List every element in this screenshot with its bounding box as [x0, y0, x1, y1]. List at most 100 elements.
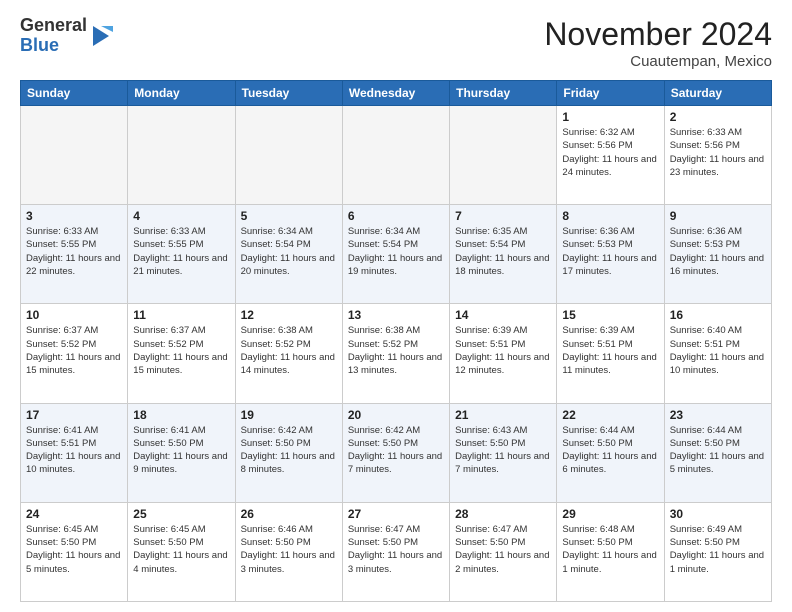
- day-info: Sunrise: 6:45 AM Sunset: 5:50 PM Dayligh…: [26, 523, 122, 576]
- day-number: 13: [348, 308, 444, 322]
- week-row-4: 17 Sunrise: 6:41 AM Sunset: 5:51 PM Dayli…: [21, 403, 772, 502]
- day-cell: [235, 106, 342, 205]
- title-block: November 2024 Cuautempan, Mexico: [544, 16, 772, 70]
- day-info: Sunrise: 6:36 AM Sunset: 5:53 PM Dayligh…: [562, 225, 658, 278]
- day-number: 10: [26, 308, 122, 322]
- day-info: Sunrise: 6:34 AM Sunset: 5:54 PM Dayligh…: [348, 225, 444, 278]
- header: General Blue November 2024 Cuautempan, M…: [20, 16, 772, 70]
- day-cell: 26 Sunrise: 6:46 AM Sunset: 5:50 PM Dayli…: [235, 502, 342, 601]
- day-number: 17: [26, 408, 122, 422]
- calendar-table: SundayMondayTuesdayWednesdayThursdayFrid…: [20, 80, 772, 602]
- day-info: Sunrise: 6:44 AM Sunset: 5:50 PM Dayligh…: [670, 424, 766, 477]
- day-cell: 3 Sunrise: 6:33 AM Sunset: 5:55 PM Daylig…: [21, 205, 128, 304]
- day-number: 29: [562, 507, 658, 521]
- day-cell: [128, 106, 235, 205]
- day-info: Sunrise: 6:41 AM Sunset: 5:50 PM Dayligh…: [133, 424, 229, 477]
- day-number: 7: [455, 209, 551, 223]
- day-cell: 28 Sunrise: 6:47 AM Sunset: 5:50 PM Dayli…: [450, 502, 557, 601]
- day-cell: 21Sunrise: 6:43 AM Sunset: 5:50 PM Dayli…: [450, 403, 557, 502]
- week-row-5: 24 Sunrise: 6:45 AM Sunset: 5:50 PM Dayli…: [21, 502, 772, 601]
- day-number: 24: [26, 507, 122, 521]
- week-row-3: 10 Sunrise: 6:37 AM Sunset: 5:52 PM Dayli…: [21, 304, 772, 403]
- day-number: 1: [562, 110, 658, 124]
- day-info: Sunrise: 6:42 AM Sunset: 5:50 PM Dayligh…: [241, 424, 337, 477]
- day-cell: 6 Sunrise: 6:34 AM Sunset: 5:54 PM Daylig…: [342, 205, 449, 304]
- day-cell: 11 Sunrise: 6:37 AM Sunset: 5:52 PM Dayli…: [128, 304, 235, 403]
- day-info: Sunrise: 6:33 AM Sunset: 5:55 PM Dayligh…: [133, 225, 229, 278]
- weekday-header-saturday: Saturday: [664, 81, 771, 106]
- day-info: Sunrise: 6:48 AM Sunset: 5:50 PM Dayligh…: [562, 523, 658, 576]
- page: General Blue November 2024 Cuautempan, M…: [0, 0, 792, 612]
- day-number: 28: [455, 507, 551, 521]
- logo-blue: Blue: [20, 36, 87, 56]
- weekday-header-sunday: Sunday: [21, 81, 128, 106]
- day-info: Sunrise: 6:39 AM Sunset: 5:51 PM Dayligh…: [562, 324, 658, 377]
- day-cell: 25 Sunrise: 6:45 AM Sunset: 5:50 PM Dayli…: [128, 502, 235, 601]
- day-number: 9: [670, 209, 766, 223]
- day-number: 4: [133, 209, 229, 223]
- day-cell: 22Sunrise: 6:44 AM Sunset: 5:50 PM Dayli…: [557, 403, 664, 502]
- day-cell: 9 Sunrise: 6:36 AM Sunset: 5:53 PM Daylig…: [664, 205, 771, 304]
- day-info: Sunrise: 6:38 AM Sunset: 5:52 PM Dayligh…: [241, 324, 337, 377]
- day-cell: 7Sunrise: 6:35 AM Sunset: 5:54 PM Daylig…: [450, 205, 557, 304]
- day-info: Sunrise: 6:33 AM Sunset: 5:56 PM Dayligh…: [670, 126, 766, 179]
- day-number: 8: [562, 209, 658, 223]
- day-info: Sunrise: 6:45 AM Sunset: 5:50 PM Dayligh…: [133, 523, 229, 576]
- logo-icon: [89, 22, 113, 50]
- logo-general: General: [20, 16, 87, 36]
- day-info: Sunrise: 6:37 AM Sunset: 5:52 PM Dayligh…: [133, 324, 229, 377]
- day-info: Sunrise: 6:44 AM Sunset: 5:50 PM Dayligh…: [562, 424, 658, 477]
- weekday-header-monday: Monday: [128, 81, 235, 106]
- day-cell: [450, 106, 557, 205]
- day-number: 20: [348, 408, 444, 422]
- day-info: Sunrise: 6:37 AM Sunset: 5:52 PM Dayligh…: [26, 324, 122, 377]
- day-cell: 2Sunrise: 6:33 AM Sunset: 5:56 PM Daylig…: [664, 106, 771, 205]
- day-cell: [21, 106, 128, 205]
- day-number: 26: [241, 507, 337, 521]
- day-cell: 27 Sunrise: 6:47 AM Sunset: 5:50 PM Dayli…: [342, 502, 449, 601]
- day-cell: 20Sunrise: 6:42 AM Sunset: 5:50 PM Dayli…: [342, 403, 449, 502]
- day-number: 23: [670, 408, 766, 422]
- week-row-1: 1 Sunrise: 6:32 AM Sunset: 5:56 PM Daylig…: [21, 106, 772, 205]
- day-number: 27: [348, 507, 444, 521]
- logo-text: General Blue: [20, 16, 87, 56]
- weekday-header-tuesday: Tuesday: [235, 81, 342, 106]
- day-number: 16: [670, 308, 766, 322]
- day-cell: 17 Sunrise: 6:41 AM Sunset: 5:51 PM Dayli…: [21, 403, 128, 502]
- day-cell: 23 Sunrise: 6:44 AM Sunset: 5:50 PM Dayli…: [664, 403, 771, 502]
- day-cell: 19 Sunrise: 6:42 AM Sunset: 5:50 PM Dayli…: [235, 403, 342, 502]
- day-number: 6: [348, 209, 444, 223]
- day-cell: 30 Sunrise: 6:49 AM Sunset: 5:50 PM Dayli…: [664, 502, 771, 601]
- day-info: Sunrise: 6:47 AM Sunset: 5:50 PM Dayligh…: [455, 523, 551, 576]
- day-number: 19: [241, 408, 337, 422]
- weekday-header-friday: Friday: [557, 81, 664, 106]
- day-number: 5: [241, 209, 337, 223]
- day-number: 25: [133, 507, 229, 521]
- day-cell: 13 Sunrise: 6:38 AM Sunset: 5:52 PM Dayli…: [342, 304, 449, 403]
- logo: General Blue: [20, 16, 113, 56]
- day-info: Sunrise: 6:47 AM Sunset: 5:50 PM Dayligh…: [348, 523, 444, 576]
- day-info: Sunrise: 6:33 AM Sunset: 5:55 PM Dayligh…: [26, 225, 122, 278]
- day-cell: 14Sunrise: 6:39 AM Sunset: 5:51 PM Dayli…: [450, 304, 557, 403]
- day-number: 11: [133, 308, 229, 322]
- day-cell: 18 Sunrise: 6:41 AM Sunset: 5:50 PM Dayli…: [128, 403, 235, 502]
- day-info: Sunrise: 6:46 AM Sunset: 5:50 PM Dayligh…: [241, 523, 337, 576]
- day-cell: 16Sunrise: 6:40 AM Sunset: 5:51 PM Dayli…: [664, 304, 771, 403]
- day-number: 30: [670, 507, 766, 521]
- day-number: 18: [133, 408, 229, 422]
- day-info: Sunrise: 6:36 AM Sunset: 5:53 PM Dayligh…: [670, 225, 766, 278]
- location: Cuautempan, Mexico: [544, 53, 772, 70]
- day-number: 21: [455, 408, 551, 422]
- day-info: Sunrise: 6:41 AM Sunset: 5:51 PM Dayligh…: [26, 424, 122, 477]
- day-cell: 24 Sunrise: 6:45 AM Sunset: 5:50 PM Dayli…: [21, 502, 128, 601]
- day-info: Sunrise: 6:34 AM Sunset: 5:54 PM Dayligh…: [241, 225, 337, 278]
- day-cell: 5 Sunrise: 6:34 AM Sunset: 5:54 PM Daylig…: [235, 205, 342, 304]
- day-info: Sunrise: 6:49 AM Sunset: 5:50 PM Dayligh…: [670, 523, 766, 576]
- day-number: 3: [26, 209, 122, 223]
- day-cell: [342, 106, 449, 205]
- day-info: Sunrise: 6:32 AM Sunset: 5:56 PM Dayligh…: [562, 126, 658, 179]
- week-row-2: 3 Sunrise: 6:33 AM Sunset: 5:55 PM Daylig…: [21, 205, 772, 304]
- day-info: Sunrise: 6:38 AM Sunset: 5:52 PM Dayligh…: [348, 324, 444, 377]
- day-cell: 4 Sunrise: 6:33 AM Sunset: 5:55 PM Daylig…: [128, 205, 235, 304]
- day-info: Sunrise: 6:39 AM Sunset: 5:51 PM Dayligh…: [455, 324, 551, 377]
